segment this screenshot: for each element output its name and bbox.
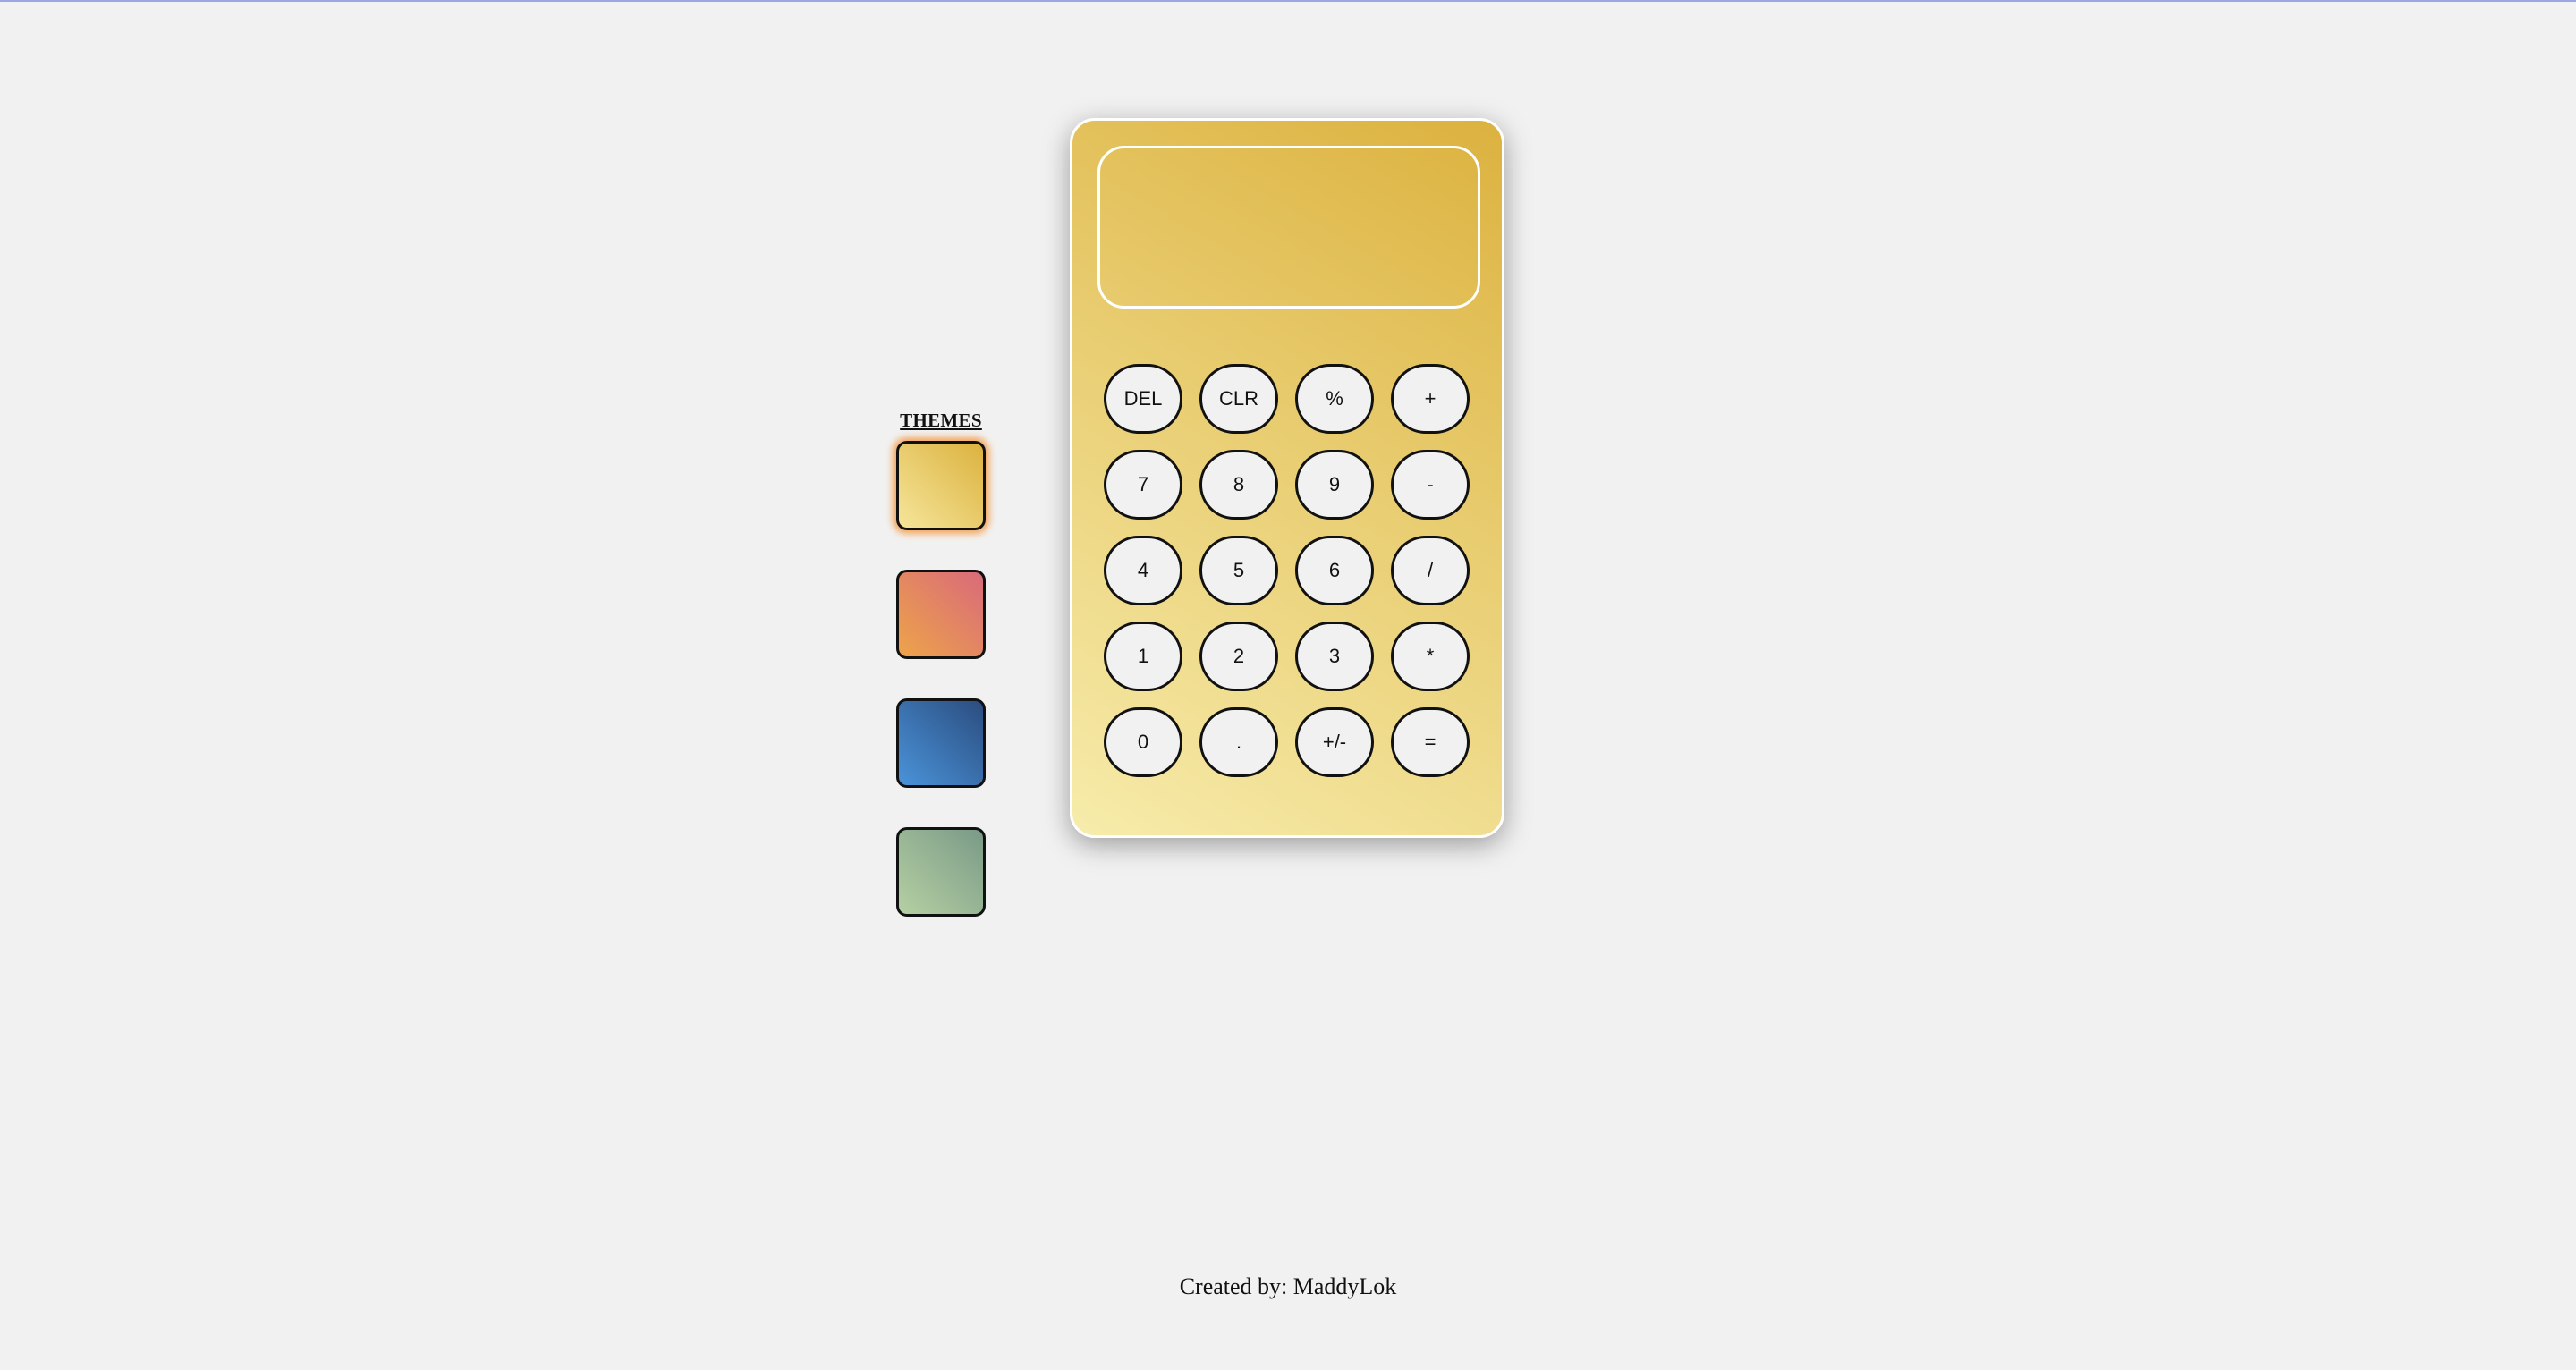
theme-swatch-sage[interactable] — [896, 827, 986, 917]
theme-swatch-gold[interactable] — [896, 441, 986, 530]
theme-swatch-sunset[interactable] — [896, 570, 986, 659]
key-0[interactable]: 0 — [1104, 707, 1182, 777]
key-multiply[interactable]: * — [1391, 622, 1470, 691]
key-1[interactable]: 1 — [1104, 622, 1182, 691]
key-6[interactable]: 6 — [1295, 536, 1374, 605]
key-percent[interactable]: % — [1295, 364, 1374, 434]
key-clear[interactable]: CLR — [1199, 364, 1278, 434]
key-3[interactable]: 3 — [1295, 622, 1374, 691]
key-subtract[interactable]: - — [1391, 450, 1470, 520]
calculator-display — [1097, 146, 1480, 309]
key-decimal[interactable]: . — [1199, 707, 1278, 777]
key-4[interactable]: 4 — [1104, 536, 1182, 605]
key-8[interactable]: 8 — [1199, 450, 1278, 520]
key-equals[interactable]: = — [1391, 707, 1470, 777]
key-7[interactable]: 7 — [1104, 450, 1182, 520]
footer-credit: Created by: MaddyLok — [1179, 1273, 1397, 1299]
theme-swatch-ocean[interactable] — [896, 698, 986, 788]
key-add[interactable]: + — [1391, 364, 1470, 434]
keypad: DEL CLR % + 7 8 9 - 4 5 6 / 1 2 3 * 0 . … — [1104, 364, 1476, 777]
key-2[interactable]: 2 — [1199, 622, 1278, 691]
key-5[interactable]: 5 — [1199, 536, 1278, 605]
key-delete[interactable]: DEL — [1104, 364, 1182, 434]
themes-title: THEMES — [900, 410, 982, 431]
key-9[interactable]: 9 — [1295, 450, 1374, 520]
key-negate[interactable]: +/- — [1295, 707, 1374, 777]
browser-top-edge — [0, 0, 2576, 2]
themes-panel: THEMES — [887, 410, 995, 956]
calculator: DEL CLR % + 7 8 9 - 4 5 6 / 1 2 3 * 0 . … — [1070, 118, 1504, 838]
key-divide[interactable]: / — [1391, 536, 1470, 605]
